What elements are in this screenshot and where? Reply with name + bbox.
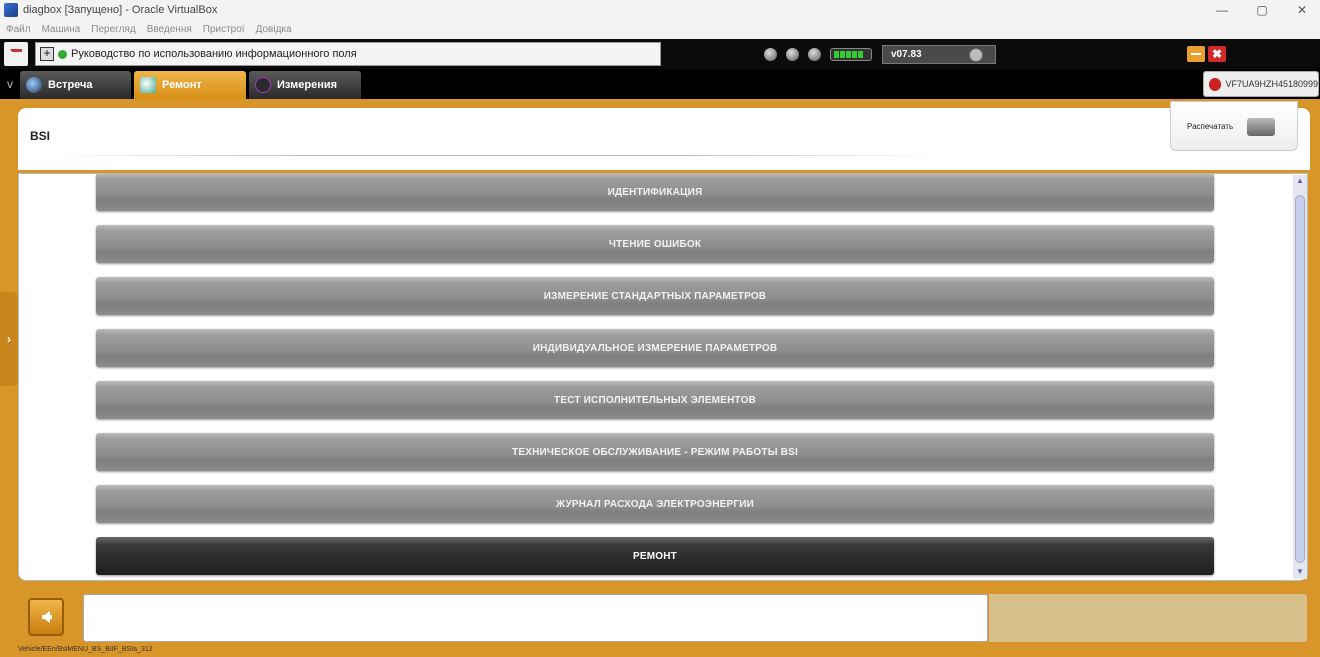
status-message-field [83, 594, 988, 642]
tab-meeting[interactable]: Встреча [20, 71, 131, 99]
meeting-globe-icon [26, 77, 42, 93]
page-title: BSI [30, 129, 51, 143]
version-display: v07.83 [882, 45, 996, 64]
scroll-down-icon[interactable]: ▼ [1295, 567, 1305, 577]
window-close-button[interactable]: ✕ [1284, 0, 1320, 20]
app-minimize-button[interactable] [1187, 46, 1205, 62]
back-button[interactable] [28, 598, 64, 636]
menu-power-log-button[interactable]: ЖУРНАЛ РАСХОДА ЭЛЕКТРОЭНЕРГИИ [96, 485, 1214, 523]
menu-machine[interactable]: Машина [42, 24, 81, 35]
status-ok-icon [58, 49, 67, 59]
menu-input[interactable]: Введення [147, 24, 192, 35]
print-label: Распечатать [1187, 121, 1234, 131]
menu-maintenance-bsi-button[interactable]: ТЕХНИЧЕСКОЕ ОБСЛУЖИВАНИЕ - РЕЖИМ РАБОТЫ … [96, 433, 1214, 471]
side-panel-toggle[interactable]: › [0, 292, 18, 386]
status-side-panel [989, 594, 1307, 642]
tab-repair-label: Ремонт [162, 79, 202, 91]
print-button[interactable]: Распечатать [1170, 101, 1298, 151]
power-icon [1209, 77, 1222, 91]
globe-icon[interactable] [764, 48, 777, 61]
printer-icon [1247, 118, 1275, 136]
version-label: v07.83 [891, 49, 922, 60]
tab-repair[interactable]: Ремонт [134, 71, 246, 99]
scroll-thumb[interactable] [1295, 195, 1305, 563]
brand-logo-icon[interactable] [4, 42, 28, 66]
menu-view[interactable]: Перегляд [91, 24, 135, 35]
version-knob-icon[interactable] [969, 48, 983, 62]
window-title: diagbox [Запущено] - Oracle VirtualBox [23, 4, 218, 16]
scroll-up-icon[interactable]: ▲ [1295, 176, 1305, 186]
tabs-row: v Встреча Ремонт Измерения VF7UA9HZH4518… [0, 69, 1320, 99]
waveform-icon [255, 77, 271, 93]
menu-actuator-test-button[interactable]: ТЕСТ ИСПОЛНИТЕЛЬНЫХ ЭЛЕМЕНТОВ [96, 381, 1214, 419]
vm-menubar: Файл Машина Перегляд Введення Пристрої Д… [0, 20, 1320, 39]
menu-read-errors-button[interactable]: ЧТЕНИЕ ОШИБОК [96, 225, 1214, 263]
window-maximize-button[interactable]: ▢ [1244, 0, 1280, 20]
app-header: + Руководство по использованию информаци… [0, 39, 1320, 69]
tabs-collapse-button[interactable]: v [2, 75, 18, 93]
menu-standard-params-button[interactable]: ИЗМЕРЕНИЕ СТАНДАРТНЫХ ПАРАМЕТРОВ [96, 277, 1214, 315]
menu-help[interactable]: Довідка [256, 24, 292, 35]
menu-repair-button[interactable]: РЕМОНТ [96, 537, 1214, 575]
menu-individual-params-button[interactable]: ИНДИВИДУАЛЬНОЕ ИЗМЕРЕНИЕ ПАРАМЕТРОВ [96, 329, 1214, 367]
battery-icon [830, 48, 872, 61]
menu-scrollbar[interactable]: ▲ ▼ [1293, 175, 1307, 579]
connection-icon[interactable] [808, 48, 821, 61]
tab-meeting-label: Встреча [48, 79, 93, 91]
menu-identification-button[interactable]: ИДЕНТИФИКАЦИЯ [96, 173, 1214, 211]
page-header-panel [18, 108, 1310, 170]
window-minimize-button[interactable]: — [1204, 0, 1240, 20]
tab-measurements[interactable]: Измерения [249, 71, 361, 99]
screen-path-label: Vehicle/EEn/BsiMENU_BS_BIIF_BSIa_312 [18, 646, 153, 653]
menu-devices[interactable]: Пристрої [203, 24, 245, 35]
headset-icon[interactable] [786, 48, 799, 61]
header-divider [50, 155, 940, 156]
repair-magnifier-icon [140, 77, 156, 93]
expand-plus-icon[interactable]: + [40, 47, 54, 61]
menu-file[interactable]: Файл [6, 24, 31, 35]
vin-badge[interactable]: VF7UA9HZH45180999 [1203, 71, 1319, 97]
virtualbox-icon [4, 3, 18, 17]
info-field-text: Руководство по использованию информацион… [71, 48, 357, 60]
info-field[interactable]: + Руководство по использованию информаци… [35, 42, 661, 66]
vin-text: VF7UA9HZH45180999 [1225, 79, 1318, 89]
tab-measurements-label: Измерения [277, 79, 338, 91]
window-titlebar: diagbox [Запущено] - Oracle VirtualBox —… [0, 0, 1320, 20]
back-arrow-icon [42, 611, 52, 623]
app-close-button[interactable]: ✖ [1208, 46, 1226, 62]
